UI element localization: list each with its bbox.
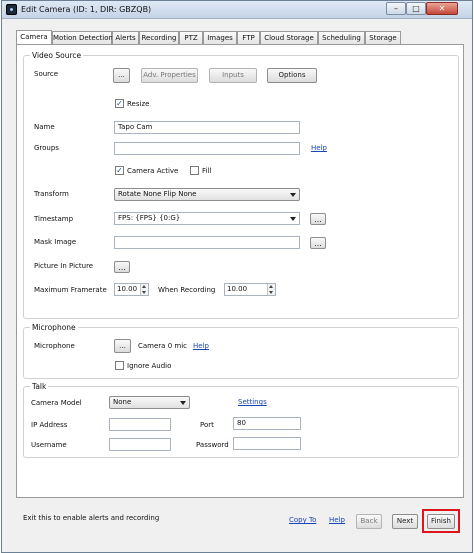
edit-camera-dialog: Edit Camera (ID: 1, DIR: GBZQB) – □ ✕ Ca…	[1, 0, 473, 553]
camera-model-label: Camera Model	[31, 399, 82, 407]
ignore-audio-checkbox[interactable]	[115, 361, 124, 370]
microphone-browse-button[interactable]: ...	[114, 339, 131, 353]
picture-in-picture-button[interactable]: ...	[114, 261, 130, 273]
chevron-down-icon	[290, 193, 296, 197]
tab-images[interactable]: Images	[203, 31, 237, 44]
window-title: Edit Camera (ID: 1, DIR: GBZQB)	[21, 5, 152, 14]
talk-group-label: Talk	[30, 382, 49, 391]
port-label: Port	[200, 421, 214, 429]
microphone-group-label: Microphone	[30, 323, 78, 332]
status-text: Exit this to enable alerts and recording	[23, 514, 160, 522]
maximize-button[interactable]: □	[406, 2, 426, 15]
finish-highlight-box	[422, 509, 460, 533]
name-label: Name	[34, 123, 55, 131]
when-recording-value: 10.00	[227, 285, 248, 293]
tab-alerts[interactable]: Alerts	[112, 31, 139, 44]
camera-active-label: Camera Active	[127, 167, 179, 175]
tab-camera[interactable]: Camera	[16, 30, 52, 44]
talk-settings-link[interactable]: Settings	[238, 398, 267, 406]
video-source-group: Video Source	[23, 51, 459, 319]
options-button[interactable]: Options	[267, 68, 317, 83]
inputs-button[interactable]: Inputs	[209, 68, 257, 83]
tab-ptz[interactable]: PTZ	[179, 31, 203, 44]
camera-active-checkbox[interactable]: ✓	[115, 166, 124, 175]
password-input[interactable]	[233, 437, 301, 450]
groups-help-link[interactable]: Help	[311, 144, 327, 152]
max-framerate-label: Maximum Framerate	[34, 286, 107, 294]
spinner-arrows-icon[interactable]	[267, 284, 275, 295]
ip-address-label: IP Address	[31, 421, 68, 429]
timestamp-combo[interactable]: FPS: {FPS} {0:G}	[114, 212, 300, 225]
tab-ftp[interactable]: FTP	[237, 31, 260, 44]
camera-app-icon	[6, 4, 17, 15]
back-button[interactable]: Back	[356, 514, 382, 529]
username-input[interactable]	[109, 438, 171, 451]
microphone-label: Microphone	[34, 342, 75, 350]
camera-tab-panel: Video Source Source ... Adv. Properties …	[16, 44, 464, 498]
tab-cloud-storage[interactable]: Cloud Storage	[260, 31, 318, 44]
password-label: Password	[196, 441, 229, 449]
mask-image-browse-button[interactable]: ...	[310, 237, 326, 249]
tab-scheduling[interactable]: Scheduling	[318, 31, 365, 44]
title-bar[interactable]: Edit Camera (ID: 1, DIR: GBZQB) – □ ✕	[2, 1, 472, 19]
microphone-group: Microphone	[23, 323, 459, 379]
ignore-audio-label: Ignore Audio	[127, 362, 172, 370]
adv-properties-button[interactable]: Adv. Properties	[141, 68, 198, 83]
source-browse-button[interactable]: ...	[113, 68, 130, 83]
video-source-group-label: Video Source	[30, 51, 84, 60]
groups-label: Groups	[34, 144, 59, 152]
groups-input[interactable]	[114, 142, 300, 155]
port-input[interactable]: 80	[233, 417, 301, 430]
camera-model-value: None	[113, 398, 132, 406]
timestamp-combo-value: FPS: {FPS} {0:G}	[118, 214, 181, 222]
chevron-down-icon	[290, 217, 296, 221]
microphone-value: Camera 0 mic	[138, 342, 187, 350]
copy-to-link[interactable]: Copy To	[289, 516, 316, 524]
next-button[interactable]: Next	[392, 514, 418, 529]
mask-image-input[interactable]	[114, 236, 300, 249]
camera-model-select[interactable]: None	[109, 396, 190, 409]
transform-select-value: Rotate None Flip None	[118, 190, 197, 198]
when-recording-label: When Recording	[158, 286, 216, 294]
mask-image-label: Mask Image	[34, 238, 77, 246]
transform-label: Transform	[34, 190, 69, 198]
username-label: Username	[31, 441, 67, 449]
picture-in-picture-label: Picture In Picture	[34, 262, 94, 270]
minimize-button[interactable]: –	[386, 2, 406, 15]
chevron-down-icon	[180, 401, 186, 405]
tab-motion-detection[interactable]: Motion Detection	[52, 31, 113, 44]
resize-checkbox[interactable]: ✓	[115, 99, 124, 108]
source-label: Source	[34, 70, 59, 78]
close-button[interactable]: ✕	[426, 2, 458, 15]
tab-storage[interactable]: Storage	[365, 31, 401, 44]
fill-label: Fill	[202, 167, 212, 175]
tab-recording[interactable]: Recording	[139, 31, 179, 44]
ip-address-input[interactable]	[109, 418, 171, 431]
name-input[interactable]: Tapo Cam	[114, 121, 300, 134]
resize-label: Resize	[127, 100, 150, 108]
max-framerate-spinner[interactable]: 10.00	[114, 283, 149, 296]
footer-help-link[interactable]: Help	[329, 516, 345, 524]
fill-checkbox[interactable]	[190, 166, 199, 175]
transform-select[interactable]: Rotate None Flip None	[114, 188, 300, 201]
microphone-help-link[interactable]: Help	[193, 342, 209, 350]
spinner-arrows-icon[interactable]	[140, 284, 148, 295]
timestamp-browse-button[interactable]: ...	[310, 213, 326, 225]
max-framerate-value: 10.00	[117, 285, 138, 293]
when-recording-spinner[interactable]: 10.00	[224, 283, 276, 296]
timestamp-label: Timestamp	[34, 215, 74, 223]
